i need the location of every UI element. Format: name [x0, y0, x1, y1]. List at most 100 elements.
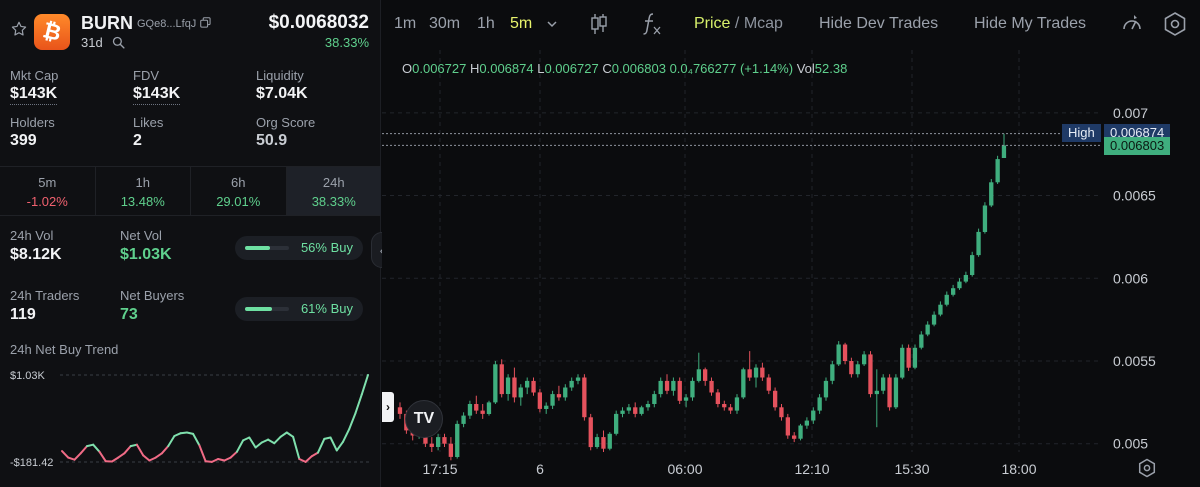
candle-body — [874, 390, 879, 395]
tab-6h[interactable]: 6h 29.01% — [191, 167, 287, 215]
token-panel: ₿ BURN GQe8...LfqJ 31d $0.0068032 38.33%… — [0, 0, 381, 487]
candle-body — [493, 364, 498, 403]
period-tabs: 5m -1.02% 1h 13.48% 6h 29.01% 24h 38.33% — [0, 166, 381, 216]
candle-body — [906, 347, 911, 368]
tab-1h[interactable]: 1h 13.48% — [96, 167, 191, 215]
candle-body — [734, 397, 740, 411]
trend-segment — [117, 452, 126, 459]
stat-org-score: Org Score 50.9 — [256, 115, 316, 149]
candle-body — [683, 397, 689, 401]
last-price-tag: 0.006803 — [1104, 137, 1171, 156]
trend-segment — [160, 445, 170, 455]
trend-title: 24h Net Buy Trend — [10, 342, 119, 357]
candle-body — [836, 344, 841, 365]
trend-segment — [111, 456, 120, 463]
trend-segment — [354, 393, 363, 415]
volume-24h: 24h Vol $8.12K — [10, 228, 62, 263]
candle-body — [499, 364, 504, 395]
candle-body — [448, 443, 453, 457]
candle-body — [792, 435, 797, 439]
candle-body — [709, 380, 714, 393]
trend-segment — [61, 450, 70, 459]
candlestick-chart[interactable]: 17:15 6 06:00 12:10 15:30 18:00 0.007 0.0065 0.0… — [382, 0, 1200, 487]
candle-body — [823, 380, 829, 398]
candle-body — [575, 377, 581, 381]
trend-segment — [248, 436, 257, 449]
candle-body — [512, 377, 517, 398]
candle-body — [931, 314, 937, 325]
trend-segment — [329, 436, 338, 452]
candle-body — [594, 437, 600, 447]
candle-body — [982, 205, 988, 232]
candle-body — [785, 417, 790, 436]
token-price: $0.0068032 — [268, 12, 369, 33]
tradingview-logo[interactable]: TV — [405, 400, 443, 438]
candle-body — [690, 380, 695, 398]
trend-segment — [292, 435, 301, 460]
candle-body — [607, 433, 612, 449]
candle-body — [664, 380, 670, 391]
stat-fdv: FDV $143K — [133, 68, 181, 105]
candle-body — [639, 407, 644, 414]
candle-body — [842, 344, 848, 361]
stat-liquidity: Liquidity $7.04K — [256, 68, 308, 102]
token-address[interactable]: GQe8...LfqJ — [137, 18, 196, 30]
candle-body — [760, 367, 765, 378]
tab-5m[interactable]: 5m -1.02% — [0, 167, 96, 215]
candle-body — [862, 354, 867, 365]
candle-body — [811, 410, 816, 421]
candle-body — [779, 407, 784, 418]
candle-body — [995, 159, 1000, 183]
candle-body — [893, 377, 899, 408]
trend-segment — [267, 438, 276, 445]
x-tick-label: 06:00 — [667, 461, 702, 477]
candle-body — [925, 324, 930, 335]
candle-body — [703, 369, 708, 381]
trend-segment — [235, 439, 245, 453]
trend-segment — [173, 432, 182, 437]
copy-icon[interactable] — [200, 17, 211, 28]
candle-body — [989, 182, 994, 206]
trend-segment — [198, 444, 207, 463]
trend-segment — [360, 374, 369, 396]
candle-body — [938, 304, 943, 315]
trend-segment — [242, 436, 251, 442]
star-icon[interactable] — [10, 20, 28, 38]
candle-body — [944, 294, 949, 305]
search-icon[interactable] — [112, 36, 125, 49]
stat-holders: Holders 399 — [10, 115, 55, 149]
candle-body — [696, 369, 701, 381]
candle-body — [480, 410, 485, 414]
candle-body — [518, 387, 523, 398]
trend-segment — [335, 440, 344, 452]
candle-body — [645, 404, 651, 408]
candle-body — [658, 380, 663, 395]
trend-segment — [342, 427, 351, 443]
candle-body — [671, 380, 676, 391]
candle-body — [455, 423, 460, 457]
candle-body — [798, 425, 803, 439]
candle-body — [531, 380, 536, 393]
price-chart-area: 1m 30m 1h 5m Price / Mcap Hide Dev Trade… — [382, 0, 1200, 487]
trend-segment — [304, 455, 313, 463]
candle-body — [677, 380, 682, 401]
trend-segment — [135, 443, 145, 457]
trend-segment — [167, 435, 176, 448]
candle-body — [849, 361, 854, 375]
candle-body — [970, 255, 975, 275]
chart-settings-icon[interactable] — [1137, 458, 1157, 478]
candle-body — [919, 334, 924, 348]
trend-segment — [210, 458, 220, 463]
trend-segment — [148, 456, 157, 462]
tab-24h[interactable]: 24h 38.33% — [286, 167, 381, 215]
candle-body — [626, 407, 631, 411]
token-age: 31d — [81, 35, 103, 50]
net-buyers: Net Buyers 73 — [120, 288, 185, 323]
expand-panel-button[interactable]: › — [382, 392, 394, 422]
candle-body — [715, 392, 720, 404]
candle-body — [467, 404, 473, 416]
candle-body — [588, 417, 593, 448]
x-tick-label: 15:30 — [894, 461, 929, 477]
token-header: ₿ BURN GQe8...LfqJ 31d $0.0068032 38.33% — [0, 0, 381, 58]
trend-segment — [273, 435, 282, 445]
